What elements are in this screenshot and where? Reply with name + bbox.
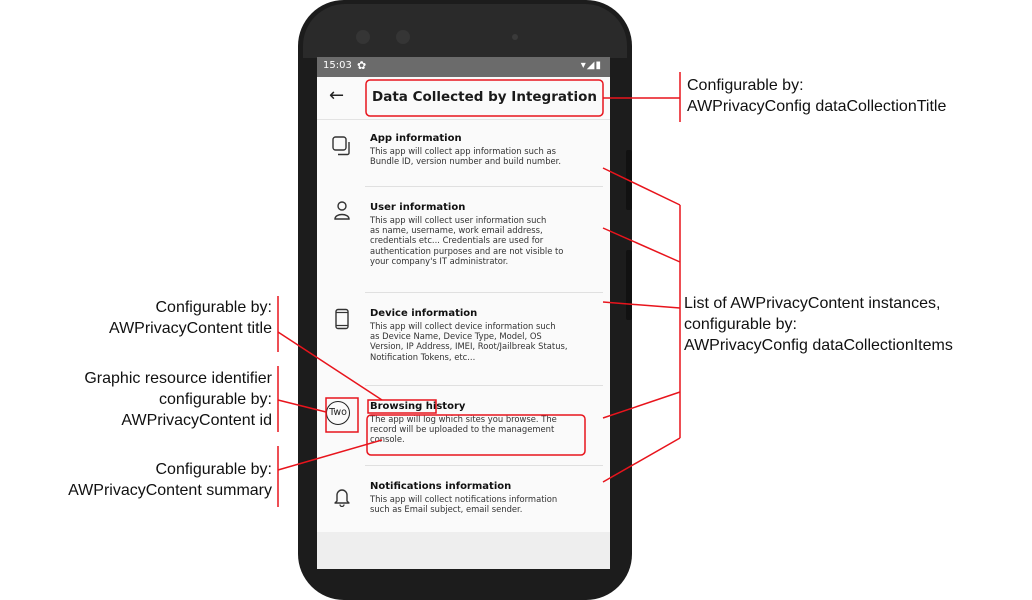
content-summary-connector	[277, 439, 383, 471]
annotation-content-title: Configurable by: AWPrivacyContent title	[108, 299, 272, 337]
content-id-highlight	[325, 397, 359, 433]
list-connector-1	[602, 167, 681, 206]
annotation-list-config: List of AWPrivacyContent instances, conf…	[684, 295, 953, 354]
list-connector-5	[602, 437, 681, 483]
content-title-highlight	[367, 399, 437, 414]
content-summary-highlight	[366, 414, 586, 456]
annotation-content-summary: Configurable by: AWPrivacyContent summar…	[68, 461, 272, 499]
list-connector-4	[602, 391, 681, 419]
diagram: 15:03 ✿ ▾◢▮ ← Data Collected by Integrat…	[0, 0, 1032, 600]
content-id-connector	[277, 399, 327, 413]
content-title-connector	[277, 331, 383, 401]
annotation-content-id: Graphic resource identifier configurable…	[84, 370, 272, 429]
list-connector-2	[602, 227, 681, 263]
list-connector-3	[602, 301, 681, 309]
title-highlight-box	[365, 79, 604, 117]
annotation-title-config: Configurable by: AWPrivacyConfig dataCol…	[687, 77, 947, 115]
